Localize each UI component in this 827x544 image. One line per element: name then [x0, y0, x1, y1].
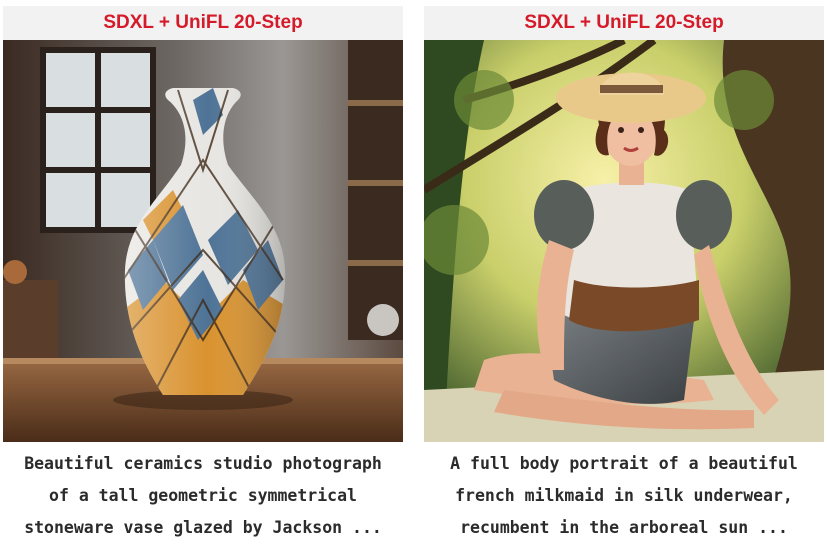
caption-line: recumbent in the arboreal sun ... [460, 518, 788, 537]
right-panel: SDXL + UniFL 20-Step [424, 6, 824, 442]
caption-line: Beautiful ceramics studio photograph [24, 454, 382, 473]
caption-line: of a tall geometric symmetrical [49, 486, 357, 505]
milkmaid-image [424, 40, 824, 442]
left-panel: SDXL + UniFL 20-Step [3, 6, 403, 442]
caption-line: stoneware vase glazed by Jackson ... [24, 518, 382, 537]
left-caption: Beautiful ceramics studio photograph of … [0, 448, 408, 544]
caption-line: french milkmaid in silk underwear, [455, 486, 793, 505]
left-panel-title: SDXL + UniFL 20-Step [3, 6, 403, 40]
vase-image [3, 40, 403, 442]
right-caption: A full body portrait of a beautiful fren… [419, 448, 827, 544]
right-panel-title: SDXL + UniFL 20-Step [424, 6, 824, 40]
caption-line: A full body portrait of a beautiful [450, 454, 798, 473]
